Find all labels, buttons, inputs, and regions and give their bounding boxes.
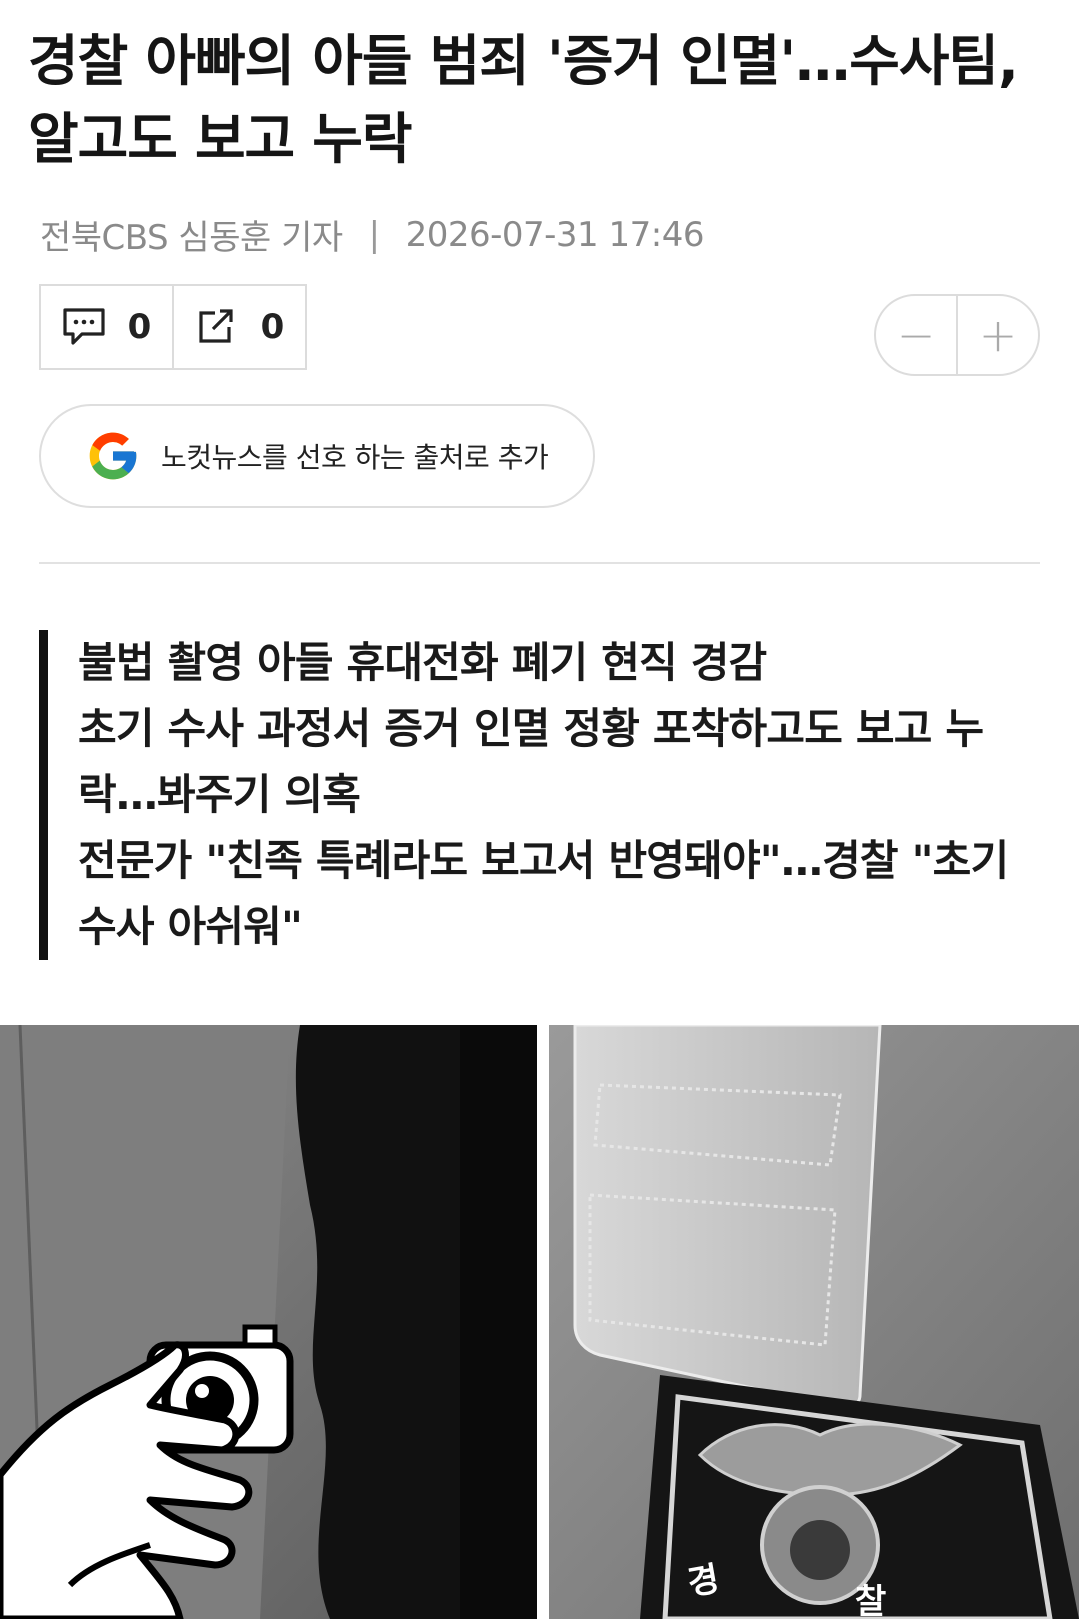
- byline: 전북CBS 심동훈 기자 | 2026-07-31 17:46: [40, 210, 704, 259]
- summary-line: 불법 촬영 아들 휴대전화 폐기 현직 경감: [78, 638, 767, 687]
- summary-line: 전문가 "친족 특례라도 보고서 반영돼야"…경찰 "초기 수사 아쉬워": [78, 836, 1009, 951]
- patch-text: 찰: [855, 1582, 886, 1619]
- publish-datetime: 2026-07-31 17:46: [405, 214, 705, 255]
- share-count: 0: [260, 307, 285, 347]
- article-photo-illustration: 경 찰: [0, 1025, 1079, 1619]
- article-counters: 0 0: [39, 284, 307, 370]
- font-size-control: − +: [874, 294, 1040, 376]
- font-decrease-button[interactable]: −: [876, 296, 956, 374]
- add-preferred-source-label: 노컷뉴스를 선호 하는 출처로 추가: [161, 441, 549, 474]
- comment-button[interactable]: 0: [41, 286, 172, 368]
- share-button[interactable]: 0: [172, 286, 305, 368]
- byline-separator: |: [368, 214, 380, 255]
- article-summary: 불법 촬영 아들 휴대전화 폐기 현직 경감 초기 수사 과정서 증거 인멸 정…: [39, 630, 1039, 960]
- article-photo[interactable]: 경 찰: [0, 1025, 1079, 1619]
- font-increase-button[interactable]: +: [956, 296, 1038, 374]
- divider: [39, 562, 1040, 564]
- reporter-name: 전북CBS 심동훈 기자: [40, 218, 343, 258]
- google-logo-icon: [89, 432, 137, 480]
- share-icon: [199, 309, 233, 343]
- comment-count: 0: [127, 307, 152, 347]
- add-preferred-source-button[interactable]: 노컷뉴스를 선호 하는 출처로 추가: [39, 404, 595, 508]
- summary-line: 초기 수사 과정서 증거 인멸 정황 포착하고도 보고 누락…봐주기 의혹: [78, 704, 984, 819]
- comment-icon: [63, 308, 105, 345]
- article-headline: 경찰 아빠의 아들 범죄 '증거 인멸'…수사팀, 알고도 보고 누락: [28, 29, 1019, 171]
